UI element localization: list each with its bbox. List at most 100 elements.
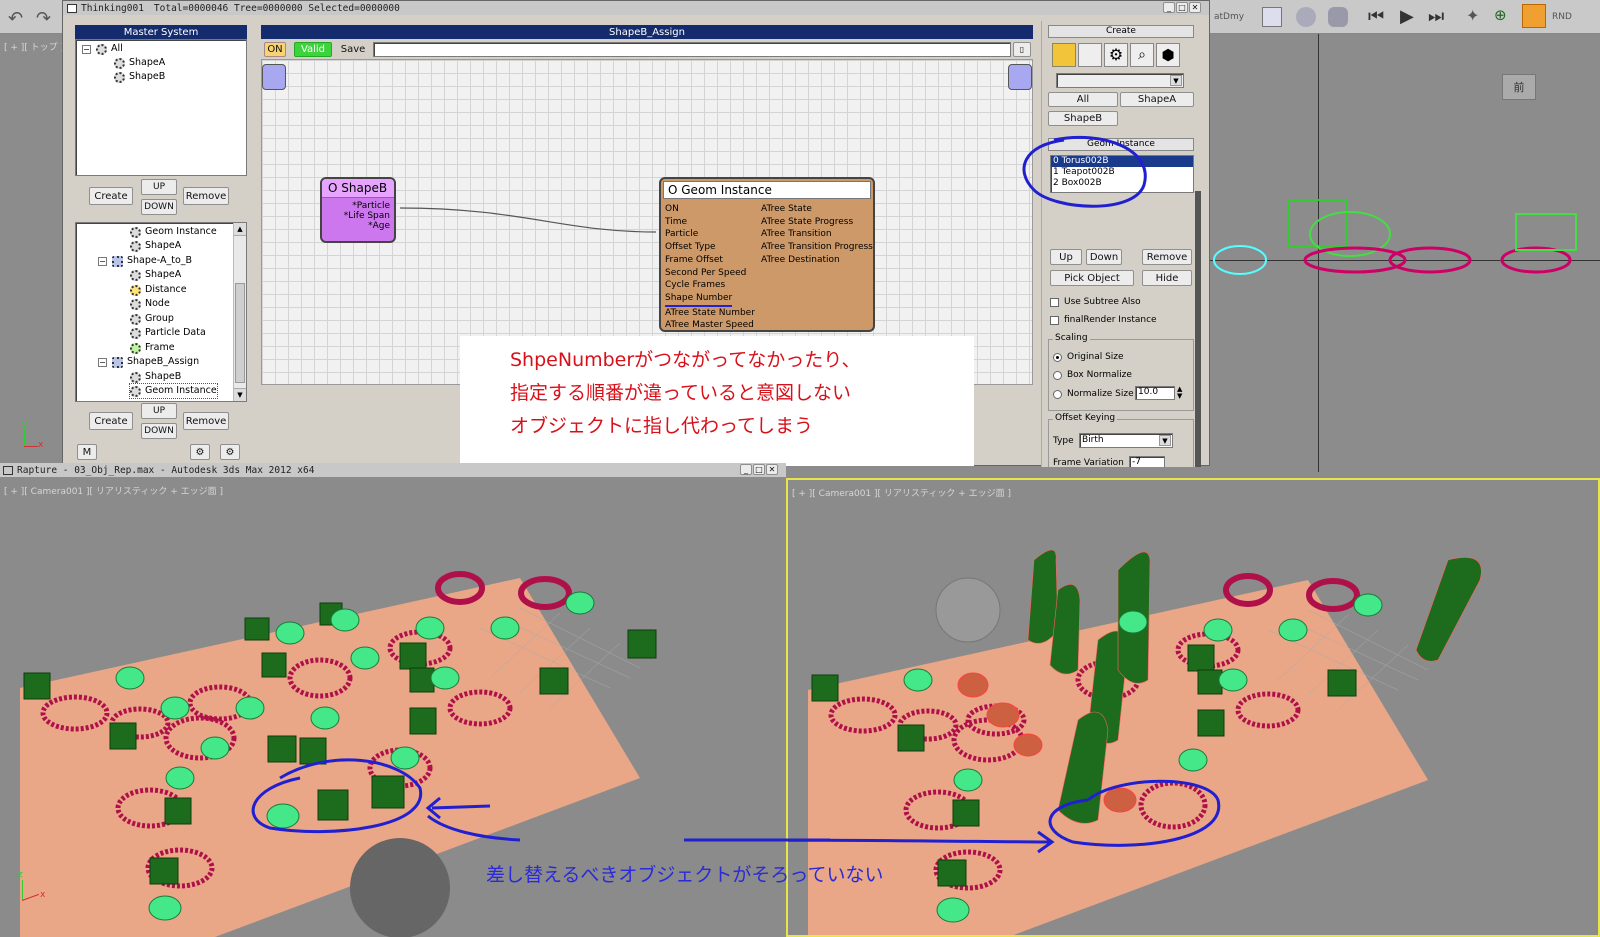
filter-all-button[interactable]: All (1048, 92, 1118, 107)
pick-object-button[interactable]: Pick Object (1050, 270, 1134, 286)
collapse-icon[interactable]: − (98, 256, 107, 266)
geom-output[interactable]: ATree State (761, 203, 873, 216)
geom-output[interactable]: ATree Transition (761, 228, 873, 241)
tree-node[interactable]: ShapeB (130, 370, 181, 384)
minimize-button[interactable]: _ (1163, 2, 1175, 13)
on-toggle[interactable]: ON (264, 42, 286, 57)
settings-gear-icon[interactable]: ⚙ (1104, 43, 1128, 67)
tree-node[interactable]: Node (130, 297, 170, 311)
collapse-icon[interactable]: − (82, 44, 91, 54)
geom-input[interactable]: Frame Offset (665, 254, 755, 267)
normalize-size-spinner[interactable]: 10.0 (1135, 386, 1175, 400)
scroll-thumb[interactable] (235, 283, 245, 383)
tree-node[interactable]: ShapeA (130, 239, 181, 253)
valid-indicator[interactable]: Valid (294, 42, 332, 57)
create-rollout-header[interactable]: Create (1048, 25, 1194, 38)
system-node-tree[interactable]: Geom Instance ShapeA − Shape-A_to_B Shape… (75, 222, 247, 402)
tree-node[interactable]: Group (130, 312, 174, 326)
tree-down-button[interactable]: DOWN (141, 423, 177, 439)
box-normalize-radio[interactable]: Box Normalize (1053, 368, 1132, 382)
particle-tool-icon[interactable]: ✦ (1466, 6, 1479, 25)
type-dropdown[interactable]: Birth ▼ (1079, 433, 1173, 448)
list-up-button[interactable]: Up (1050, 249, 1082, 265)
collapse-icon[interactable]: − (98, 357, 107, 367)
list-remove-button[interactable]: Remove (1142, 249, 1192, 265)
viewport-front[interactable]: 前 (1210, 34, 1600, 472)
tree-scrollbar[interactable]: ▲ ▼ (233, 223, 246, 401)
geom-input[interactable]: Particle (665, 228, 755, 241)
max-minimize-button[interactable]: _ (740, 464, 752, 475)
graph-search-field[interactable] (373, 42, 1011, 57)
geom-input[interactable]: Offset Type (665, 241, 755, 254)
geom-input-shape-number[interactable]: Shape Number (665, 292, 733, 307)
tree-node[interactable]: Particle Data (130, 326, 206, 340)
tree-node[interactable]: Geom Instance (130, 225, 217, 239)
chevron-down-icon[interactable]: ▼ (1159, 435, 1171, 446)
spinner-arrows-icon[interactable]: ▲ ▼ (1177, 386, 1182, 400)
maximize-button[interactable]: □ (1176, 2, 1188, 13)
graph-option-icon[interactable]: ▯ (1013, 42, 1031, 57)
geom-input[interactable]: Time (665, 216, 755, 229)
master-tree[interactable]: − All ShapeA ShapeB (75, 39, 247, 176)
use-subtree-checkbox[interactable]: Use Subtree Also (1050, 295, 1141, 309)
link-nodes-icon[interactable]: ⚙ (190, 444, 210, 460)
master-down-button[interactable]: DOWN (141, 199, 177, 215)
finalrender-checkbox[interactable]: finalRender Instance (1050, 313, 1157, 327)
tree-item-shapeb[interactable]: ShapeB (114, 70, 165, 84)
geom-output[interactable]: ATree Transition Progress (761, 241, 873, 254)
frame-variation-spinner[interactable]: -7 (1129, 456, 1165, 467)
close-button[interactable]: ✕ (1189, 2, 1201, 13)
tree-remove-button[interactable]: Remove (183, 412, 229, 430)
original-size-radio[interactable]: Original Size (1053, 350, 1124, 364)
tree-node[interactable]: Distance (130, 283, 187, 297)
geom-instance-node[interactable]: O Geom Instance ON Time Particle Offset … (659, 177, 875, 332)
tree-node[interactable]: − Shape-A_to_B (98, 254, 192, 268)
geom-input[interactable]: Cycle Frames (665, 279, 755, 292)
teapot-tool-icon[interactable] (1328, 7, 1348, 27)
geom-table-icon[interactable] (1078, 43, 1102, 67)
particle-source-icon[interactable] (1052, 43, 1076, 67)
master-up-button[interactable]: UP (141, 179, 177, 195)
master-remove-button[interactable]: Remove (183, 187, 229, 205)
shapeb-node[interactable]: O ShapeB *Particle *Life Span *Age (320, 177, 396, 243)
hide-button[interactable]: Hide (1142, 270, 1192, 286)
max-close-button[interactable]: ✕ (766, 464, 778, 475)
max-maximize-button[interactable]: □ (753, 464, 765, 475)
shapeb-output[interactable]: *Age (322, 221, 394, 231)
scroll-down-icon[interactable]: ▼ (234, 388, 246, 401)
geom-input[interactable]: ON (665, 203, 755, 216)
geom-input[interactable]: Second Per Speed (665, 267, 755, 280)
m-button[interactable]: M (77, 444, 97, 460)
tree-node[interactable]: − ShapeB_Assign (98, 355, 199, 369)
tree-create-button[interactable]: Create (89, 412, 133, 430)
unlink-nodes-icon[interactable]: ⚙ (220, 444, 240, 460)
scroll-up-icon[interactable]: ▲ (234, 223, 246, 236)
shapeb-output[interactable]: *Particle (322, 201, 394, 211)
panel-scrollbar[interactable] (1195, 191, 1201, 467)
viewport-top-label[interactable]: [ + ][ トップ ] (4, 40, 64, 53)
utility-icon[interactable]: ⊕ (1494, 6, 1507, 24)
search-icon[interactable]: ⌕ (1130, 43, 1154, 67)
goto-end-icon[interactable]: ⏭ (1428, 6, 1444, 27)
master-create-button[interactable]: Create (89, 187, 133, 205)
geom-output[interactable]: ATree State Progress (761, 216, 873, 229)
highlight-tool-icon[interactable] (1522, 4, 1546, 28)
cube-icon[interactable]: ⬢ (1156, 43, 1180, 67)
tree-up-button[interactable]: UP (141, 403, 177, 419)
render-icon[interactable] (1296, 7, 1316, 27)
goto-start-icon[interactable]: ⏮ (1368, 6, 1384, 27)
tree-node-selected[interactable]: Geom Instance (129, 383, 218, 399)
list-down-button[interactable]: Down (1086, 249, 1122, 265)
play-icon[interactable]: ▶ (1400, 6, 1414, 27)
chevron-down-icon[interactable]: ▼ (1170, 75, 1182, 86)
tree-item-shapea[interactable]: ShapeA (114, 56, 165, 70)
geom-input[interactable]: ATree State Number (665, 307, 755, 320)
layer-icon[interactable] (1262, 7, 1282, 27)
tree-node[interactable]: ShapeA (130, 268, 181, 282)
viewport-camera-right[interactable]: [ + ][ Camera001 ][ リアリスティック + エッジ面 ] (786, 478, 1600, 937)
tree-node[interactable]: Frame (130, 341, 175, 355)
geom-output[interactable]: ATree Destination (761, 254, 873, 267)
normalize-size-radio[interactable]: Normalize Size (1053, 387, 1134, 401)
filter-shapea-button[interactable]: ShapeA (1120, 92, 1194, 107)
tree-item-all[interactable]: − All (82, 42, 123, 56)
